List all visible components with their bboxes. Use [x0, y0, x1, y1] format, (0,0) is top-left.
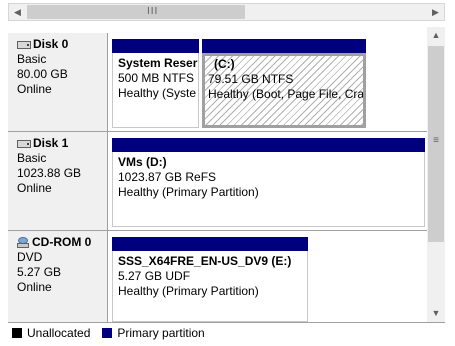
disk-status: Online — [17, 280, 52, 294]
partition-c[interactable]: (C:) 79.51 GB NTFS Healthy (Boot, Page F… — [202, 39, 366, 128]
partition-status: Healthy (Primary Partition) — [118, 185, 259, 199]
legend-swatch — [12, 327, 22, 338]
horizontal-scroll-thumb[interactable]: III — [27, 5, 245, 19]
partition-status: Healthy (Syste — [118, 86, 197, 100]
disk-name: Disk 0 — [33, 37, 69, 51]
vertical-scrollbar[interactable]: ▲ ≡ ▼ — [427, 27, 445, 322]
disk-label-0[interactable]: Disk 0 Basic 80.00 GB Online — [8, 33, 108, 131]
cd-drive-icon — [17, 236, 29, 249]
disk-map-pane: ◀ III ▶ Disk 0 Basic 80.00 GB Online Sys… — [0, 0, 455, 346]
partition-e[interactable]: SSS_X64FRE_EN-US_DV9 (E:) 5.27 GB UDF He… — [112, 237, 308, 322]
hard-disk-icon — [17, 139, 31, 148]
disk-label-1[interactable]: Disk 1 Basic 1023.88 GB Online — [8, 132, 108, 230]
disk-label-cdrom[interactable]: CD-ROM 0 DVD 5.27 GB Online — [8, 231, 108, 322]
disk-type: DVD — [17, 250, 43, 264]
disk-size: 80.00 GB — [17, 67, 68, 81]
partition-bar — [112, 237, 308, 251]
legend-item-unallocated: Unallocated — [12, 326, 90, 340]
disk-name: CD-ROM 0 — [32, 235, 92, 249]
partition-size: 500 MB NTFS — [118, 71, 195, 85]
partition-size: 5.27 GB UDF — [118, 269, 191, 283]
legend-item-primary: Primary partition — [102, 325, 205, 340]
hard-disk-icon — [17, 40, 31, 49]
legend-swatch — [102, 327, 113, 338]
partition-name: SSS_X64FRE_EN-US_DV9 (E:) — [118, 254, 292, 268]
scroll-up-icon[interactable]: ▲ — [427, 27, 445, 44]
partition-status: Healthy (Boot, Page File, Cra — [208, 87, 365, 101]
disk-type: Basic — [17, 151, 47, 165]
legend: Unallocated Primary partition — [8, 322, 445, 342]
scroll-grip-icon: ≡ — [433, 135, 439, 146]
scroll-grip: III — [147, 6, 159, 17]
partition-name: VMs (D:) — [118, 155, 167, 169]
disk-size: 5.27 GB — [17, 265, 62, 279]
legend-label: Primary partition — [117, 325, 205, 340]
partition-name: System Reser — [118, 56, 198, 70]
partition-name: (C:) — [214, 57, 235, 71]
disk-name: Disk 1 — [33, 136, 69, 150]
scroll-down-icon[interactable]: ▼ — [427, 305, 445, 322]
scroll-right-icon[interactable]: ▶ — [427, 4, 444, 20]
partition-system-reserved[interactable]: System Reser 500 MB NTFS Healthy (Syste — [112, 39, 199, 128]
disk-row-cdrom: CD-ROM 0 DVD 5.27 GB Online SSS_X64FRE_E… — [8, 231, 427, 322]
disk-row-0: Disk 0 Basic 80.00 GB Online System Rese… — [8, 33, 427, 132]
disk-status: Online — [17, 82, 52, 96]
disk-type: Basic — [17, 52, 47, 66]
disk-size: 1023.88 GB — [17, 166, 82, 180]
partition-size: 79.51 GB NTFS — [208, 72, 294, 86]
partition-size: 1023.87 GB ReFS — [118, 170, 217, 184]
disk-row-1: Disk 1 Basic 1023.88 GB Online VMs (D:) … — [8, 132, 427, 231]
partition-d[interactable]: VMs (D:) 1023.87 GB ReFS Healthy (Primar… — [112, 138, 425, 227]
partition-bar — [112, 39, 199, 53]
partition-bar — [202, 39, 366, 53]
disk-status: Online — [17, 181, 52, 195]
horizontal-scrollbar[interactable]: ◀ III ▶ — [8, 3, 445, 21]
legend-label: Unallocated — [27, 325, 91, 340]
scroll-left-icon[interactable]: ◀ — [9, 4, 26, 20]
partition-status: Healthy (Primary Partition) — [118, 284, 259, 298]
vertical-scroll-thumb[interactable]: ≡ — [428, 46, 444, 242]
partition-bar — [112, 138, 425, 152]
